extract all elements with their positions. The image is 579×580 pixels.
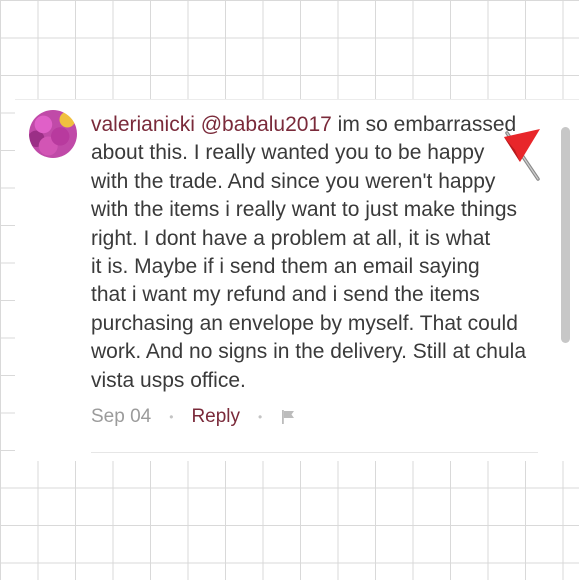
- comment-line: about this. I really wanted you to be ha…: [91, 141, 485, 165]
- comment-line: vista usps office.: [91, 368, 246, 392]
- comment-meta: Sep 04 • Reply •: [91, 403, 296, 431]
- comment-line: that i want my refund and i send the ite…: [91, 283, 480, 307]
- comment-line: purchasing an envelope by myself. That c…: [91, 311, 518, 335]
- card-top-edge: [15, 99, 579, 100]
- separator-dot: •: [169, 410, 174, 424]
- comment-date: Sep 04: [91, 406, 152, 427]
- flag-icon[interactable]: [280, 409, 296, 425]
- scrollbar[interactable]: [561, 127, 570, 343]
- comment-divider: [91, 452, 538, 453]
- comment-line: with the items i really want to just mak…: [91, 198, 518, 222]
- comment-line: work. And no signs in the delivery. Stil…: [91, 340, 527, 364]
- comment-line: with the trade. And since you weren't ha…: [91, 169, 496, 193]
- avatar[interactable]: [29, 110, 77, 158]
- comment-username[interactable]: valerianicki: [91, 113, 195, 136]
- comment-line: it is. Maybe if i send them an email say…: [91, 255, 480, 279]
- separator-dot: •: [258, 410, 263, 424]
- reply-button[interactable]: Reply: [191, 406, 240, 428]
- comment-body: valerianicki @babalu2017 im so embarrass…: [91, 111, 551, 395]
- comment-line: right. I dont have a problem at all, it …: [91, 226, 491, 250]
- comment-line: im so embarrassed: [331, 113, 517, 136]
- comment-card: valerianicki @babalu2017 im so embarrass…: [15, 99, 579, 461]
- red-triangular-flag-icon: [504, 129, 540, 181]
- comment-mention[interactable]: @babalu2017: [201, 113, 332, 136]
